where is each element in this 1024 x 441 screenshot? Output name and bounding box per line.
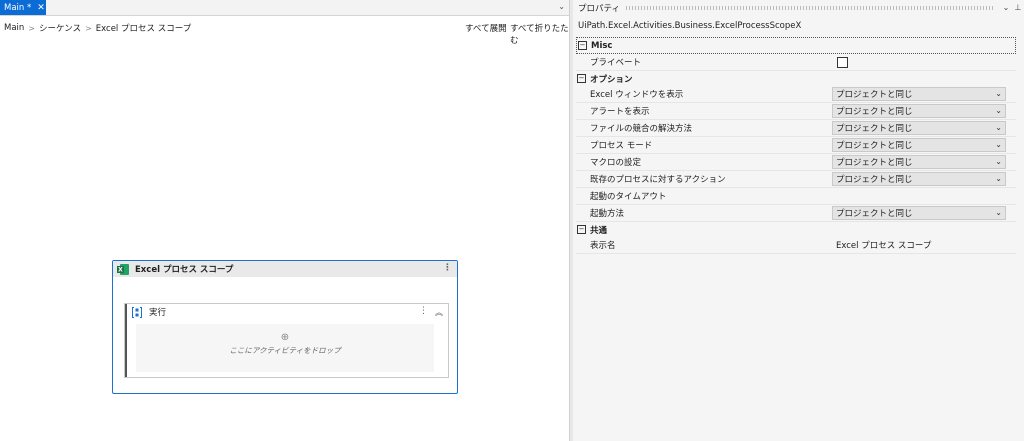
tab-main-label: Main * (4, 2, 32, 13)
select-value: プロジェクトと同じ (836, 158, 913, 168)
property-name: 起動方法 (590, 209, 625, 219)
select-value: プロジェクトと同じ (836, 141, 913, 151)
chevron-right-icon: > (28, 23, 35, 33)
more-options-icon[interactable]: ⋮ (419, 306, 428, 316)
collapse-icon[interactable]: − (578, 41, 587, 50)
drop-hint: ここにアクティビティをドロップ (229, 346, 341, 355)
breadcrumb-item-sequence[interactable]: シーケンス (39, 22, 81, 34)
collapse-up-icon[interactable]: ︽ (435, 307, 443, 318)
activity-header[interactable]: X Excel プロセス スコープ ⋮ (113, 261, 457, 277)
breadcrumb-item-scope[interactable]: Excel プロセス スコープ (96, 22, 191, 34)
excel-icon: X (117, 263, 129, 275)
breadcrumb-item-main[interactable]: Main (4, 23, 24, 33)
designer-panel: Main * ✕ ⌄ Main > シーケンス > Excel プロセス スコー… (0, 0, 569, 441)
sequence-icon (132, 306, 142, 318)
selected-type-name: UiPath.Excel.Activities.Business.ExcelPr… (578, 21, 802, 31)
collapse-icon[interactable]: − (577, 74, 586, 83)
property-select[interactable]: プロジェクトと同じ ⌄ (832, 138, 1006, 152)
private-checkbox[interactable] (837, 56, 848, 68)
svg-text:X: X (118, 266, 123, 273)
property-select[interactable]: プロジェクトと同じ ⌄ (832, 87, 1006, 101)
select-value: プロジェクトと同じ (836, 175, 913, 185)
property-select[interactable]: プロジェクトと同じ ⌄ (832, 121, 1006, 135)
property-name: Excel ウィンドウを表示 (590, 90, 684, 100)
chevron-down-icon[interactable]: ⌄ (558, 2, 565, 11)
sequence-container[interactable]: 実行 ⋮ ︽ ⊕ ここにアクティビティをドロップ (124, 303, 449, 378)
properties-title: プロパティ (578, 3, 620, 14)
category-label: Misc (591, 40, 613, 51)
more-options-icon[interactable]: ⋮ (443, 263, 452, 273)
select-value: プロジェクトと同じ (836, 90, 913, 100)
properties-panel: プロパティ ⌄ ⊥ UiPath.Excel.Activities.Busine… (573, 0, 1024, 441)
category-label: オプション (590, 74, 633, 85)
chevron-down-icon[interactable]: ⌄ (995, 174, 1002, 183)
sequence-header: 実行 ⋮ ︽ (125, 304, 448, 320)
property-name: マクロの設定 (590, 158, 642, 168)
add-icon[interactable]: ⊕ (136, 332, 434, 343)
drag-grip[interactable] (626, 5, 994, 10)
collapse-icon[interactable]: − (577, 225, 586, 234)
display-name-input[interactable]: Excel プロセス スコープ (832, 237, 1016, 253)
chevron-right-icon: > (85, 23, 92, 33)
category-common[interactable]: − 共通 (576, 222, 1016, 237)
property-select[interactable]: プロジェクトと同じ ⌄ (832, 172, 1006, 186)
property-text-input[interactable] (832, 188, 1016, 204)
pin-icon[interactable]: ⊥ (1012, 3, 1024, 12)
chevron-down-icon[interactable]: ⌄ (995, 89, 1002, 98)
expand-all-link[interactable]: すべて展開 (465, 22, 507, 34)
property-row[interactable]: アラートを表示 プロジェクトと同じ ⌄ (576, 103, 1016, 120)
property-name: プロセス モード (590, 141, 653, 151)
property-row[interactable]: ファイルの競合の解決方法 プロジェクトと同じ ⌄ (576, 120, 1016, 137)
property-row[interactable]: プライベート (576, 54, 1016, 71)
select-value: プロジェクトと同じ (836, 124, 913, 134)
activity-title: Excel プロセス スコープ (135, 265, 234, 275)
property-name: プライベート (590, 58, 642, 68)
category-label: 共通 (590, 225, 608, 236)
close-icon[interactable]: ✕ (37, 3, 45, 13)
category-options[interactable]: − オプション (576, 71, 1016, 86)
property-name: ファイルの競合の解決方法 (590, 124, 693, 134)
property-name: 既存のプロセスに対するアクション (590, 175, 726, 185)
chevron-down-icon[interactable]: ⌄ (995, 123, 1002, 132)
excel-process-scope-activity[interactable]: X Excel プロセス スコープ ⋮ 実行 ⋮ ︽ ⊕ ここにアクティビティを… (112, 260, 458, 394)
property-row[interactable]: マクロの設定 プロジェクトと同じ ⌄ (576, 154, 1016, 171)
properties-title-bar: プロパティ ⌄ ⊥ (573, 0, 1024, 15)
category-misc[interactable]: − Misc (576, 37, 1016, 54)
property-name: アラートを表示 (590, 107, 650, 117)
property-row[interactable]: 起動のタイムアウト (576, 188, 1016, 205)
property-grid: − Misc プライベート − オプション Excel ウィンドウを表示 プロジ… (576, 37, 1016, 254)
chevron-down-icon[interactable]: ⌄ (1000, 3, 1012, 12)
collapse-all-link[interactable]: すべて折りたたむ (510, 22, 569, 46)
document-tab-bar: Main * ✕ ⌄ (0, 0, 569, 16)
property-row[interactable]: 表示名 Excel プロセス スコープ (576, 237, 1016, 254)
property-select[interactable]: プロジェクトと同じ ⌄ (832, 206, 1006, 220)
select-value: プロジェクトと同じ (836, 209, 913, 219)
tab-main[interactable]: Main * ✕ (0, 0, 46, 15)
chevron-down-icon[interactable]: ⌄ (995, 208, 1002, 217)
chevron-down-icon[interactable]: ⌄ (995, 106, 1002, 115)
property-row[interactable]: 起動方法 プロジェクトと同じ ⌄ (576, 205, 1016, 222)
activity-drop-zone[interactable]: ⊕ ここにアクティビティをドロップ (136, 324, 434, 372)
property-select[interactable]: プロジェクトと同じ ⌄ (832, 155, 1006, 169)
sequence-title: 実行 (149, 308, 167, 318)
select-value: プロジェクトと同じ (836, 107, 913, 117)
breadcrumb: Main > シーケンス > Excel プロセス スコープ (4, 22, 191, 34)
chevron-down-icon[interactable]: ⌄ (995, 157, 1002, 166)
property-row[interactable]: Excel ウィンドウを表示 プロジェクトと同じ ⌄ (576, 86, 1016, 103)
property-name: 起動のタイムアウト (590, 192, 667, 202)
property-row[interactable]: プロセス モード プロジェクトと同じ ⌄ (576, 137, 1016, 154)
property-row[interactable]: 既存のプロセスに対するアクション プロジェクトと同じ ⌄ (576, 171, 1016, 188)
chevron-down-icon[interactable]: ⌄ (995, 140, 1002, 149)
property-select[interactable]: プロジェクトと同じ ⌄ (832, 104, 1006, 118)
property-name: 表示名 (590, 241, 616, 251)
